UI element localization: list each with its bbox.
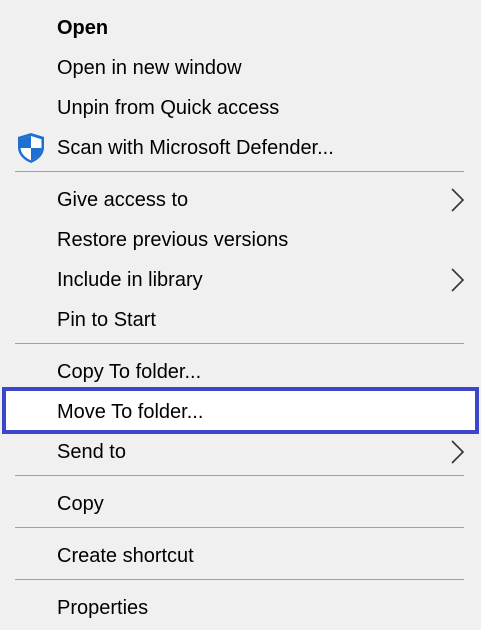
- menu-separator: [15, 579, 464, 580]
- menu-item-label: Create shortcut: [57, 545, 194, 567]
- menu-separator: [15, 527, 464, 528]
- menu-separator: [15, 475, 464, 476]
- menu-item-label: Send to: [57, 441, 126, 463]
- menu-item-scan-with-defender[interactable]: Scan with Microsoft Defender...: [0, 128, 481, 168]
- menu-item-label: Unpin from Quick access: [57, 97, 280, 119]
- context-menu: Open Open in new window Unpin from Quick…: [0, 0, 481, 630]
- menu-item-unpin-from-quick-access[interactable]: Unpin from Quick access: [0, 88, 481, 128]
- menu-item-copy[interactable]: Copy: [0, 484, 481, 524]
- menu-item-move-to-folder[interactable]: Move To folder...: [0, 392, 481, 432]
- menu-item-label: Open in new window: [57, 57, 242, 79]
- menu-item-copy-to-folder[interactable]: Copy To folder...: [0, 352, 481, 392]
- chevron-right-icon: [451, 268, 465, 292]
- chevron-right-icon: [451, 188, 465, 212]
- menu-item-give-access-to[interactable]: Give access to: [0, 180, 481, 220]
- menu-item-label: Copy: [57, 493, 104, 515]
- menu-item-label: Include in library: [57, 269, 203, 291]
- menu-separator: [15, 171, 464, 172]
- menu-item-label: Scan with Microsoft Defender...: [57, 137, 334, 159]
- menu-item-label: Properties: [57, 597, 149, 619]
- menu-item-create-shortcut[interactable]: Create shortcut: [0, 536, 481, 576]
- menu-separator: [15, 343, 464, 344]
- menu-item-label: Open: [57, 17, 109, 39]
- menu-item-open-in-new-window[interactable]: Open in new window: [0, 48, 481, 88]
- menu-item-label: Give access to: [57, 189, 189, 211]
- menu-item-label: Move To folder...: [57, 401, 204, 423]
- menu-item-label: Pin to Start: [57, 309, 156, 331]
- menu-item-label: Copy To folder...: [57, 361, 202, 383]
- menu-item-pin-to-start[interactable]: Pin to Start: [0, 300, 481, 340]
- menu-item-restore-previous-versions[interactable]: Restore previous versions: [0, 220, 481, 260]
- windows-defender-shield-icon: [18, 133, 44, 163]
- menu-item-label: Restore previous versions: [57, 229, 289, 251]
- menu-item-open[interactable]: Open: [0, 8, 481, 48]
- menu-item-send-to[interactable]: Send to: [0, 432, 481, 472]
- menu-item-include-in-library[interactable]: Include in library: [0, 260, 481, 300]
- menu-item-properties[interactable]: Properties: [0, 588, 481, 628]
- chevron-right-icon: [451, 440, 465, 464]
